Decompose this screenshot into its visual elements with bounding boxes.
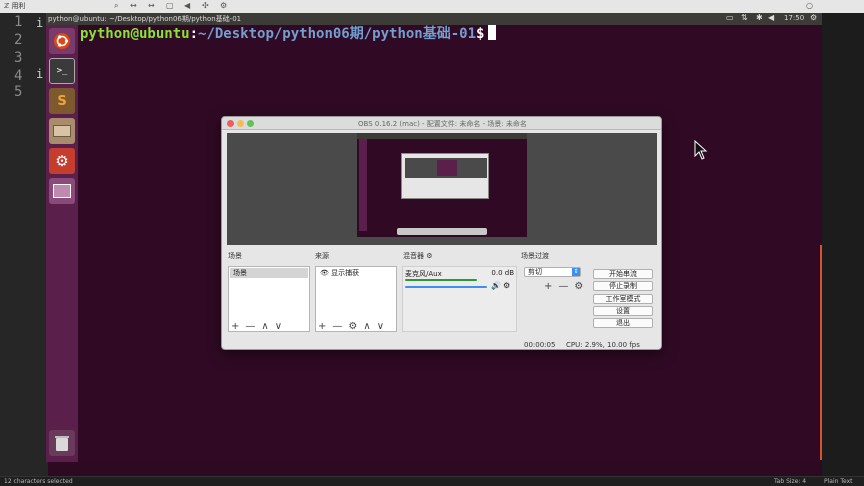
add-transition-button[interactable]: + bbox=[544, 281, 552, 292]
start-streaming-button[interactable]: 开始串流 bbox=[593, 269, 653, 279]
ubuntu-top-panel: python@ubuntu: ~/Desktop/python06期/pytho… bbox=[46, 13, 822, 25]
remove-scene-button[interactable]: — bbox=[245, 321, 255, 332]
ubuntu-dash-icon[interactable] bbox=[49, 28, 75, 54]
stop-recording-button[interactable]: 停止录制 bbox=[593, 281, 653, 291]
obs-window: OBS 0.16.2 (mac) - 配置文件: 未命名 - 场景: 未命名 场… bbox=[221, 116, 662, 350]
transition-value: 剪切 bbox=[528, 268, 542, 276]
mixer-channel-level: 0.0 dB bbox=[491, 269, 514, 277]
nested-obs-preview bbox=[401, 153, 489, 199]
selection-status: 12 characters selected bbox=[4, 478, 73, 485]
bluetooth-icon[interactable]: ✱ bbox=[756, 13, 763, 22]
close-icon[interactable]: ○ bbox=[806, 1, 813, 10]
gutter-mark: i bbox=[36, 16, 44, 30]
move-up-button[interactable]: ∧ bbox=[261, 321, 268, 332]
gutter-mark: i bbox=[36, 67, 44, 81]
search-icon[interactable]: ⌕ bbox=[114, 1, 118, 11]
source-properties-gear-icon[interactable]: ⚙ bbox=[348, 321, 357, 332]
studio-mode-button[interactable]: 工作室模式 bbox=[593, 294, 653, 304]
swap-icon[interactable]: ↔ bbox=[148, 1, 155, 10]
add-scene-button[interactable]: + bbox=[231, 321, 239, 332]
recording-time: 00:00:05 bbox=[524, 341, 556, 349]
mixer-panel: 麦克风/Aux 0.0 dB 🔊 ⚙ bbox=[402, 266, 517, 332]
volume-meter bbox=[405, 279, 477, 281]
mixer-channel-name: 麦克风/Aux bbox=[405, 270, 442, 278]
prompt-path: ~/Desktop/python06期/python基础-01 bbox=[198, 26, 477, 42]
window-title: python@ubuntu: ~/Desktop/python06期/pytho… bbox=[48, 15, 242, 23]
settings-button[interactable]: 设置 bbox=[593, 306, 653, 316]
obs-preview[interactable] bbox=[227, 133, 657, 245]
transition-select[interactable]: 剪切 ⇕ bbox=[524, 267, 581, 277]
mixer-label-text: 混音器 bbox=[403, 252, 424, 260]
settings-icon[interactable]: ⚙ bbox=[220, 1, 227, 10]
prompt-symbol: $ bbox=[476, 26, 485, 42]
network-icon[interactable]: ⇅ bbox=[741, 13, 748, 22]
browser-tab[interactable]: ℤ 用利 bbox=[4, 1, 25, 11]
page-icon[interactable]: ▢ bbox=[166, 1, 174, 10]
transitions-label: 场景过渡 bbox=[521, 252, 549, 260]
terminal-prompt: python@ubuntu:~/Desktop/python06期/python… bbox=[80, 25, 497, 43]
move-down-button[interactable]: ∨ bbox=[275, 321, 282, 332]
remove-source-button[interactable]: — bbox=[332, 321, 342, 332]
trash-icon[interactable] bbox=[49, 430, 75, 456]
syntax-indicator[interactable]: Plain Text bbox=[824, 478, 852, 485]
editor-gutter: 1 2 3 4 5 i i bbox=[0, 13, 48, 476]
terminal-icon[interactable]: >_ bbox=[49, 58, 75, 84]
sublime-text-icon[interactable]: S bbox=[49, 88, 75, 114]
remove-transition-button[interactable]: — bbox=[558, 281, 568, 292]
browser-top-strip: ℤ 用利 ⌕ ↔ ↔ ▢ ◀ ✣ ⚙ ○ bbox=[0, 0, 864, 13]
sources-label: 来源 bbox=[315, 252, 329, 260]
line-number: 5 bbox=[14, 84, 23, 100]
obs-title: OBS 0.16.2 (mac) - 配置文件: 未命名 - 场景: 未命名 bbox=[358, 120, 527, 128]
scenes-toolbar: + — ∧ ∨ bbox=[231, 320, 282, 332]
chevron-down-icon: ⇕ bbox=[572, 268, 580, 276]
speaker-icon[interactable]: ◀ bbox=[184, 1, 190, 10]
gear-icon[interactable]: ⚙ bbox=[426, 252, 432, 260]
tab-size-indicator[interactable]: Tab Size: 4 bbox=[774, 478, 806, 485]
transition-gear-icon[interactable]: ⚙ bbox=[574, 281, 583, 292]
text-cursor bbox=[488, 25, 497, 40]
mixer-label: 混音器 ⚙ bbox=[403, 251, 433, 261]
editor-status-bar: 12 characters selected Tab Size: 4 Plain… bbox=[0, 476, 864, 486]
swap-icon[interactable]: ↔ bbox=[130, 1, 137, 10]
move-down-button[interactable]: ∨ bbox=[377, 321, 384, 332]
speaker-icon[interactable]: 🔊 bbox=[491, 281, 501, 290]
move-up-button[interactable]: ∧ bbox=[363, 321, 370, 332]
volume-slider[interactable] bbox=[405, 286, 487, 288]
scenes-label: 场景 bbox=[228, 252, 242, 260]
source-item[interactable]: 👁 显示捕获 bbox=[317, 268, 395, 278]
workspace-switcher-icon[interactable] bbox=[49, 178, 75, 204]
transitions-toolbar: + — ⚙ bbox=[544, 280, 583, 292]
preview-dock bbox=[397, 228, 487, 235]
power-icon[interactable]: ⚙ bbox=[810, 13, 817, 22]
right-edge-panel bbox=[822, 13, 864, 476]
scene-item[interactable]: 场景 bbox=[230, 268, 308, 278]
preview-capture bbox=[357, 133, 527, 237]
obs-title-bar[interactable]: OBS 0.16.2 (mac) - 配置文件: 未命名 - 场景: 未命名 bbox=[222, 117, 661, 130]
mouse-pointer-icon bbox=[694, 139, 708, 164]
prompt-separator: : bbox=[189, 26, 199, 42]
file-manager-icon[interactable] bbox=[49, 118, 75, 144]
source-name: 显示捕获 bbox=[331, 269, 360, 277]
add-source-button[interactable]: + bbox=[318, 321, 326, 332]
sources-toolbar: + — ⚙ ∧ ∨ bbox=[318, 320, 384, 332]
settings-icon[interactable]: ⚙ bbox=[49, 148, 75, 174]
keyboard-icon[interactable]: ▭ bbox=[726, 13, 734, 22]
scroll-indicator[interactable] bbox=[820, 245, 822, 460]
line-number: 2 bbox=[14, 32, 23, 48]
line-number: 3 bbox=[14, 50, 23, 66]
volume-icon[interactable]: ◀ bbox=[768, 13, 774, 22]
ubuntu-launcher: >_ S ⚙ bbox=[46, 25, 78, 462]
line-number: 1 bbox=[14, 14, 23, 30]
tool-icon[interactable]: ✣ bbox=[202, 1, 209, 10]
clock[interactable]: 17:50 bbox=[784, 14, 804, 22]
gear-icon[interactable]: ⚙ bbox=[503, 281, 510, 290]
line-number: 4 bbox=[14, 68, 23, 84]
exit-button[interactable]: 退出 bbox=[593, 318, 653, 328]
obs-status-bar: 00:00:05 CPU: 2.9%, 10.00 fps bbox=[222, 339, 661, 349]
prompt-user-host: python@ubuntu bbox=[80, 26, 190, 42]
cpu-status: CPU: 2.9%, 10.00 fps bbox=[566, 341, 640, 349]
eye-icon[interactable]: 👁 bbox=[320, 269, 329, 277]
